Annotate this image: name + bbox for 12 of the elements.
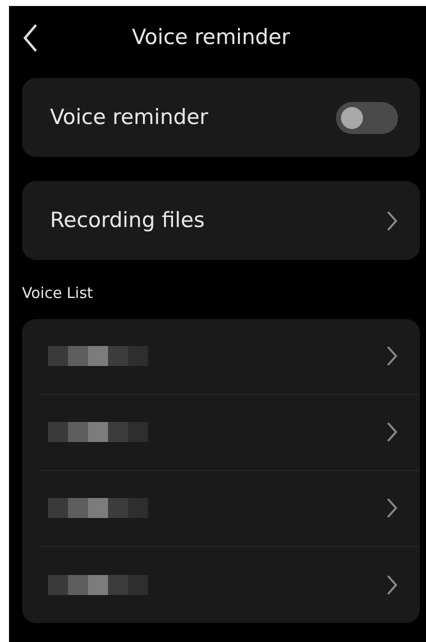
recording-files-row[interactable]: Recording files [22, 181, 420, 260]
page-title: Voice reminder [130, 24, 292, 52]
chevron-right-icon [386, 210, 398, 232]
section-heading: Voice List [22, 283, 94, 304]
back-icon [22, 23, 38, 53]
setting-label: Recording files [50, 206, 205, 234]
chevron-right-icon [386, 345, 398, 367]
chevron-right-icon [386, 421, 398, 443]
chevron-right-icon [386, 497, 398, 519]
toggle-switch[interactable] [336, 102, 398, 134]
setting-label: Voice reminder [50, 104, 208, 131]
chevron-right-icon [386, 574, 398, 596]
